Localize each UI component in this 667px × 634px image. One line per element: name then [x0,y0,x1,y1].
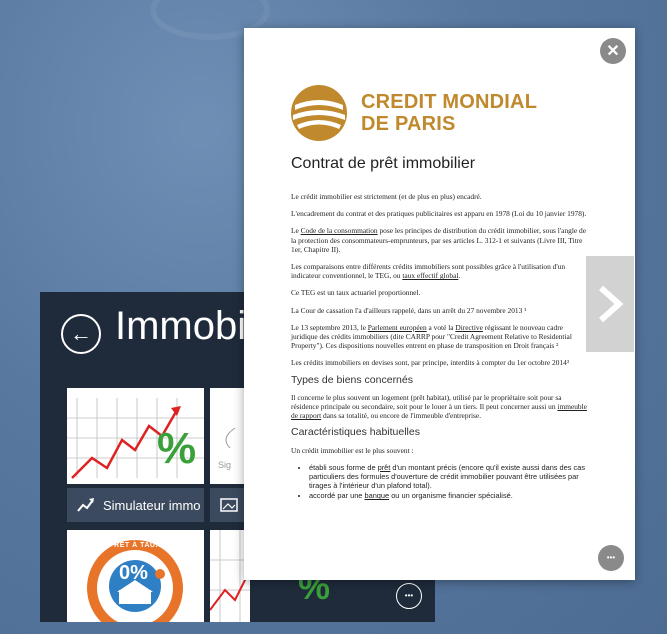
ptz-badge-text: PRÊT À TAUX ZÉRO [109,542,185,549]
taux-effectif-global-link[interactable]: taux effectif global [402,271,458,280]
back-button[interactable]: ← [61,314,101,354]
svg-text:Sig: Sig [218,460,231,470]
heading-caracteristiques: Caractéristiques habituelles [291,426,420,439]
more-icon: ••• [404,591,414,600]
image-icon [220,498,238,512]
pret-link[interactable]: prêt [378,463,391,472]
document-body: Le crédit immobilier est strictement (et… [291,192,591,502]
document-viewer: ✕ CREDIT MONDIAL DE PARIS Contrat de prê… [244,28,635,580]
code-consommation-link[interactable]: Code de la consommation [301,226,378,235]
brand-line-2: DE PARIS [361,113,456,135]
heading-types: Types de biens concernés [291,373,413,386]
more-icon: ••• [606,553,616,562]
paragraph-3: Le Code de la consommation pose les prin… [291,226,591,254]
document-more-button[interactable]: ••• [598,545,624,571]
simulateur-tile-label[interactable]: Simulateur immo [67,488,204,522]
paragraph-2: L'encadrement du contrat et des pratique… [291,209,587,219]
app-more-button[interactable]: ••• [396,583,422,609]
credit-mondial-logo-icon [291,85,347,141]
pret-taux-zero-tile[interactable]: PRÊT À TAUX ZÉRO 0% [67,530,204,622]
parlement-europeen-link[interactable]: Parlement européen [368,323,427,332]
paragraph-8: Les crédits immobiliers en devises sont,… [291,358,570,368]
ptz-badge-value: 0% [119,562,148,584]
close-icon: ✕ [606,43,620,60]
list-item: établi sous forme de prêt d'un montant p… [309,463,591,491]
percent-sign: % [157,424,197,473]
list-item: accordé par une banque ou un organisme f… [309,491,591,500]
paragraph-6: La Cour de cassation l'a d'ailleurs rapp… [291,305,527,315]
paragraph-types: Il concerne le plus souvent un logement … [291,393,591,421]
simulateur-tile[interactable]: % [67,388,204,484]
paragraph-5: Ce TEG est un taux actuariel proportionn… [291,288,421,298]
back-arrow-icon: ← [70,321,92,346]
types-text-b: dans sa totalité, ou encore de l'immeubl… [321,411,482,421]
bullet1-text-a: établi sous forme de [309,462,378,472]
brand-name: CREDIT MONDIAL DE PARIS [361,91,537,135]
paragraph-4: Les comparaisons entre différents crédit… [291,262,591,280]
simulateur-label-text: Simulateur immo [103,497,201,513]
chevron-right-icon [599,285,624,323]
p7-text-b: a voté la [426,322,456,332]
paragraph-7: Le 13 septembre 2013, le Parlement europ… [291,323,591,351]
p4-text-b: . [458,271,461,281]
paragraph-caracteristiques: Un crédit immobilier est le plus souvent… [291,445,414,455]
paragraph-1: Le crédit immobilier est strictement (et… [291,192,482,201]
p3-text-a: Le [291,226,301,236]
banque-link[interactable]: banque [364,491,389,500]
bullet2-text-b: ou un organisme financier spécialisé. [389,491,513,501]
document-title: Contrat de prêt immobilier [291,155,476,172]
next-page-button[interactable] [586,256,634,352]
bullet2-text-a: accordé par une [309,491,365,501]
directive-link[interactable]: Directive [455,323,483,332]
brand-line-1: CREDIT MONDIAL [361,91,538,113]
types-text-a: Il concerne le plus souvent un logement … [291,392,562,412]
p7-text-a: Le 13 septembre 2013, le [291,322,368,332]
chart-icon [77,498,94,512]
characteristics-list: établi sous forme de prêt d'un montant p… [309,463,591,501]
close-button[interactable]: ✕ [600,38,626,64]
